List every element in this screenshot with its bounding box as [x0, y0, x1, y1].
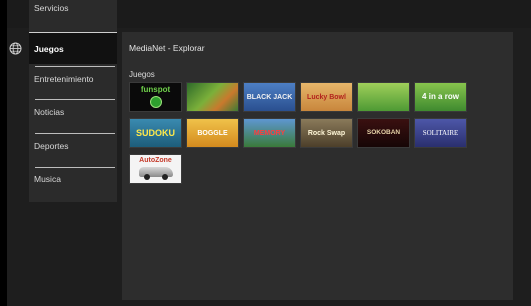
- game-tile-2[interactable]: [186, 82, 239, 112]
- main-panel: MediaNet - Explorar Juegos funspot BLACK…: [122, 32, 513, 300]
- sidebar-item-label: Deportes: [34, 141, 69, 151]
- sidebar-item-label: Juegos: [34, 44, 64, 54]
- game-tile-label: Rock Swap: [307, 129, 346, 137]
- game-tile-sudoku[interactable]: SUDOKU: [129, 118, 182, 148]
- sidebar-item-label: Noticias: [34, 107, 65, 117]
- game-tile-label: BOGGLE: [197, 129, 228, 137]
- game-tile-label: MEMORY: [253, 129, 286, 137]
- page-title: MediaNet - Explorar: [129, 43, 205, 53]
- sidebar-item-juegos[interactable]: Juegos: [29, 32, 117, 64]
- game-tile-blackjack[interactable]: BLACK JACK: [243, 82, 296, 112]
- game-tile-label: funspot: [140, 85, 171, 94]
- sidebar: Servicios Juegos Entretenimiento Noticia…: [29, 0, 117, 202]
- sidebar-item-servicios[interactable]: Servicios: [29, 0, 117, 20]
- game-tile-funspot[interactable]: funspot: [129, 82, 182, 112]
- game-tile-autozone[interactable]: AutoZone: [129, 154, 182, 184]
- game-tile-rock-swap[interactable]: Rock Swap: [300, 118, 353, 148]
- game-tile-sokoban[interactable]: SOKOBAN: [357, 118, 410, 148]
- game-tile-4-in-a-row[interactable]: 4 in a row: [414, 82, 467, 112]
- game-logo-icon: [149, 96, 162, 108]
- game-tile-label: Lucky Bowl: [307, 93, 346, 101]
- game-tile-label: AutoZone: [139, 157, 172, 164]
- sidebar-item-label: Servicios: [34, 3, 69, 13]
- sidebar-item-entretenimiento[interactable]: Entretenimiento: [29, 63, 117, 95]
- game-tile-boggle[interactable]: BOGGLE: [186, 118, 239, 148]
- sidebar-item-label: Entretenimiento: [34, 74, 94, 84]
- game-tile-label: 4 in a row: [422, 92, 459, 101]
- game-tile-label: BLACK JACK: [246, 93, 293, 101]
- game-tile-solitaire[interactable]: SOLITAIRE: [414, 118, 467, 148]
- game-tile-label: SOKOBAN: [366, 128, 401, 136]
- sidebar-item-deportes[interactable]: Deportes: [29, 130, 117, 162]
- globe-icon: [8, 41, 22, 55]
- screen-edge: [0, 0, 7, 306]
- game-tile-label: SUDOKU: [135, 127, 175, 138]
- section-label: Juegos: [129, 70, 155, 79]
- game-tile-5[interactable]: [357, 82, 410, 112]
- sidebar-item-musica[interactable]: Musica: [29, 163, 117, 195]
- game-tile-label: SOLITAIRE: [422, 128, 459, 137]
- game-tile-memory[interactable]: MEMORY: [243, 118, 296, 148]
- sidebar-item-label: Musica: [34, 174, 61, 184]
- sidebar-item-noticias[interactable]: Noticias: [29, 96, 117, 128]
- car-icon: [138, 167, 173, 180]
- game-tile-lucky-bowl[interactable]: Lucky Bowl: [300, 82, 353, 112]
